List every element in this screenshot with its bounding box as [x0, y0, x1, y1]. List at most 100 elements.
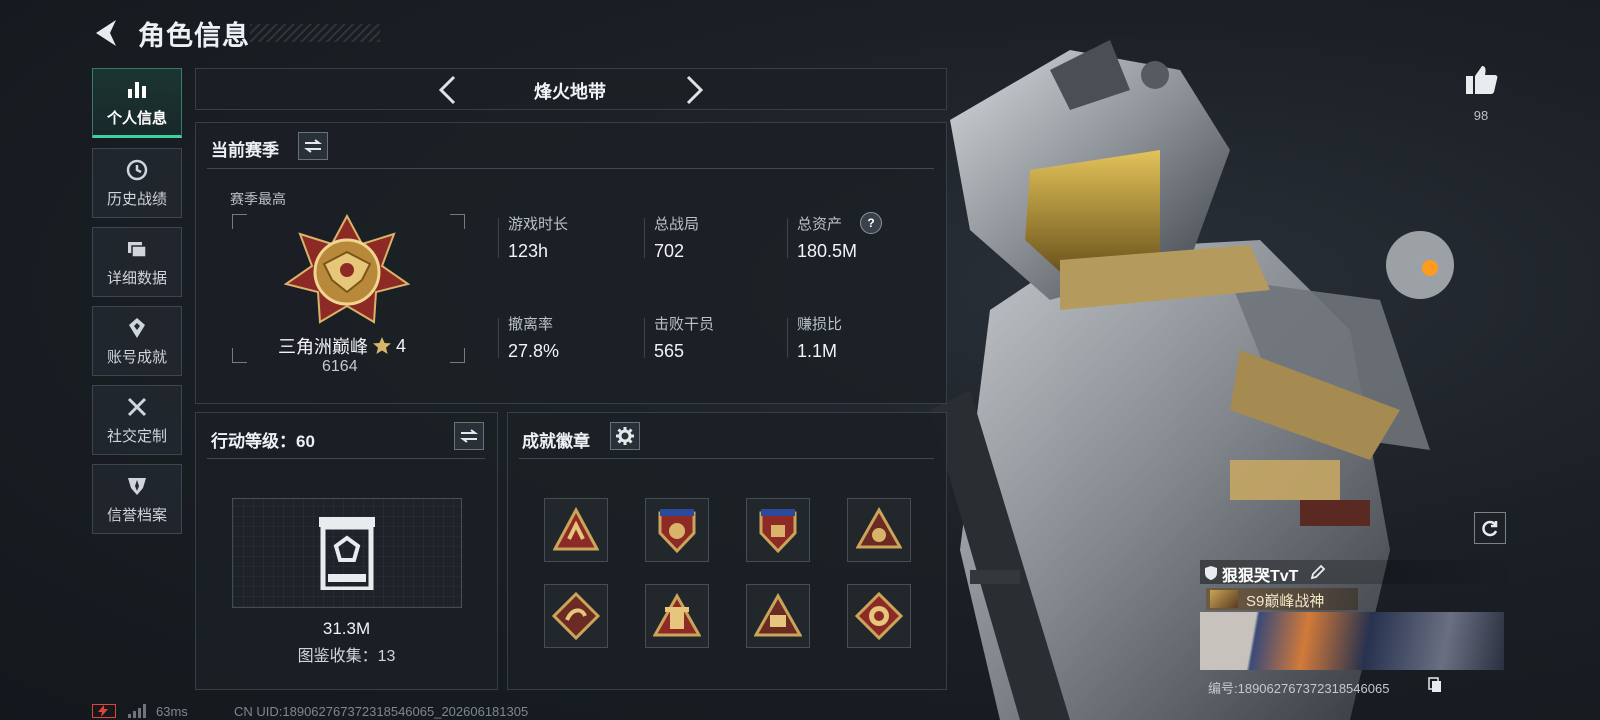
- stat-label-matches: 总战局: [654, 216, 700, 233]
- action-level-title: 行动等级：60: [211, 432, 315, 451]
- divider: [644, 218, 645, 258]
- stat-value-extraction-rate: 27.8%: [508, 341, 560, 361]
- signal-icon: [128, 704, 146, 718]
- achievements-settings-button[interactable]: [610, 422, 640, 450]
- mode-name: 烽火地带: [534, 82, 606, 102]
- bar-chart-icon: [128, 81, 146, 98]
- sidebar-item-history[interactable]: 历史战绩: [92, 148, 182, 218]
- triangle-s9-badge-icon: [754, 593, 802, 637]
- uid-text: CN UID:18906276737​2318546065_2026061813…: [234, 704, 529, 719]
- collection-value: 31.3M: [322, 619, 371, 638]
- collection-count: 图鉴收集：13: [297, 648, 396, 665]
- season-switch-button[interactable]: [298, 132, 328, 160]
- chevron-right-icon[interactable]: [684, 74, 706, 106]
- divider: [498, 218, 499, 258]
- sidebar-item-social[interactable]: 社交定制: [92, 385, 182, 455]
- page-title: 角色信息: [138, 21, 250, 51]
- player-name: 狠狠哭TvT: [1222, 568, 1299, 585]
- tools-icon: [127, 397, 147, 416]
- divider: [644, 318, 645, 358]
- rotate-view-button[interactable]: [1474, 512, 1506, 544]
- divider: [207, 458, 485, 459]
- achievement-badge[interactable]: [746, 584, 810, 648]
- shield-icon: [128, 477, 146, 495]
- stat-label-kills: 击败干员: [654, 316, 715, 333]
- rank-points: 6164: [322, 358, 358, 375]
- action-level-switch-button[interactable]: [454, 422, 484, 450]
- season-best-label: 赛季最高: [230, 191, 286, 207]
- sidebar-item-detailed-data[interactable]: 详细数据: [92, 227, 182, 297]
- sidebar-item-label: 个人信息: [106, 109, 167, 127]
- shield-stars-badge-icon: [759, 509, 797, 554]
- rank-emblem-icon: [284, 214, 410, 324]
- lightning-icon: [98, 705, 108, 717]
- swap-icon: [460, 429, 478, 443]
- thumbs-up-icon[interactable]: [1464, 64, 1498, 96]
- rank-name: 三角洲巅峰: [278, 337, 368, 357]
- folder-icon: [128, 241, 147, 258]
- stat-value-profit-ratio: 1.1M: [797, 341, 838, 361]
- title-decoration: [250, 24, 380, 42]
- title-badge-text: S9巅峰战神: [1246, 593, 1325, 610]
- sidebar-item-label: 社交定制: [106, 427, 167, 445]
- player-id: 编号:1890627673723185460​65: [1208, 681, 1390, 696]
- divider: [207, 168, 934, 169]
- season-title: 当前赛季: [211, 141, 279, 160]
- gear-icon: [616, 427, 634, 445]
- shield-small-icon: [1205, 566, 1217, 580]
- stat-label-extraction-rate: 撤离率: [508, 316, 554, 333]
- sidebar-item-label: 详细数据: [106, 269, 167, 287]
- sidebar-item-personal-info[interactable]: 个人信息: [92, 68, 182, 138]
- achievement-badge[interactable]: [544, 584, 608, 648]
- achievement-badge[interactable]: [847, 584, 911, 648]
- profile-banner-image[interactable]: [1200, 612, 1504, 670]
- edit-pencil-icon[interactable]: [1310, 564, 1326, 580]
- achievement-badge[interactable]: [847, 498, 911, 562]
- achievement-badge[interactable]: [746, 498, 810, 562]
- achievement-badge[interactable]: [645, 584, 709, 648]
- stat-label-profit-ratio: 赚损比: [797, 316, 843, 333]
- achievements-title: 成就徽章: [522, 432, 590, 451]
- stat-label-assets: 总资产: [797, 216, 843, 233]
- frame-corner: [450, 348, 465, 363]
- triangle-hand-badge-icon: [553, 507, 599, 551]
- clock-icon: [126, 159, 148, 180]
- sidebar-item-reputation[interactable]: 信誉档案: [92, 464, 182, 534]
- diamond-lion-badge-icon: [855, 592, 903, 640]
- refresh-icon: [1482, 520, 1498, 537]
- rank-name-row: 三角洲巅峰 4: [278, 333, 406, 359]
- divider: [498, 318, 499, 358]
- divider: [519, 458, 934, 459]
- divider: [787, 218, 788, 258]
- triangle-crest-badge-icon: [856, 507, 902, 549]
- stat-label-playtime: 游戏时长: [508, 216, 569, 233]
- swap-icon: [304, 139, 322, 153]
- stat-value-assets: 180.5M: [797, 241, 858, 261]
- sidebar-item-achievements[interactable]: 账号成就: [92, 306, 182, 376]
- frame-corner: [232, 348, 247, 363]
- copy-icon[interactable]: [1428, 677, 1442, 693]
- rank-stars: 4: [396, 335, 407, 356]
- stat-value-playtime: 123h: [508, 241, 549, 261]
- achievement-badge[interactable]: [544, 498, 608, 562]
- title-badge-icon: [1210, 590, 1238, 608]
- back-arrow-icon[interactable]: [90, 16, 124, 50]
- stat-value-kills: 565: [654, 341, 685, 361]
- achievement-badge[interactable]: [645, 498, 709, 562]
- sidebar-item-label: 账号成就: [106, 348, 167, 366]
- collection-cabinet-icon: [319, 517, 375, 590]
- star-icon: [373, 337, 391, 354]
- sidebar-item-label: 历史战绩: [106, 190, 167, 208]
- divider: [787, 318, 788, 358]
- triangle-tower-badge-icon: [653, 593, 701, 637]
- assets-help-icon[interactable]: ?: [860, 212, 882, 234]
- chevron-left-icon[interactable]: [436, 74, 458, 106]
- achievement-icon: [129, 317, 145, 338]
- stat-value-matches: 702: [654, 241, 685, 261]
- frame-corner: [232, 214, 247, 229]
- sidebar-item-label: 信誉档案: [106, 506, 167, 524]
- like-count: 98: [1473, 108, 1489, 123]
- shield-stars-badge-icon: [658, 509, 696, 554]
- ping-text: 63ms: [156, 704, 188, 719]
- diamond-dragon-badge-icon: [552, 592, 600, 640]
